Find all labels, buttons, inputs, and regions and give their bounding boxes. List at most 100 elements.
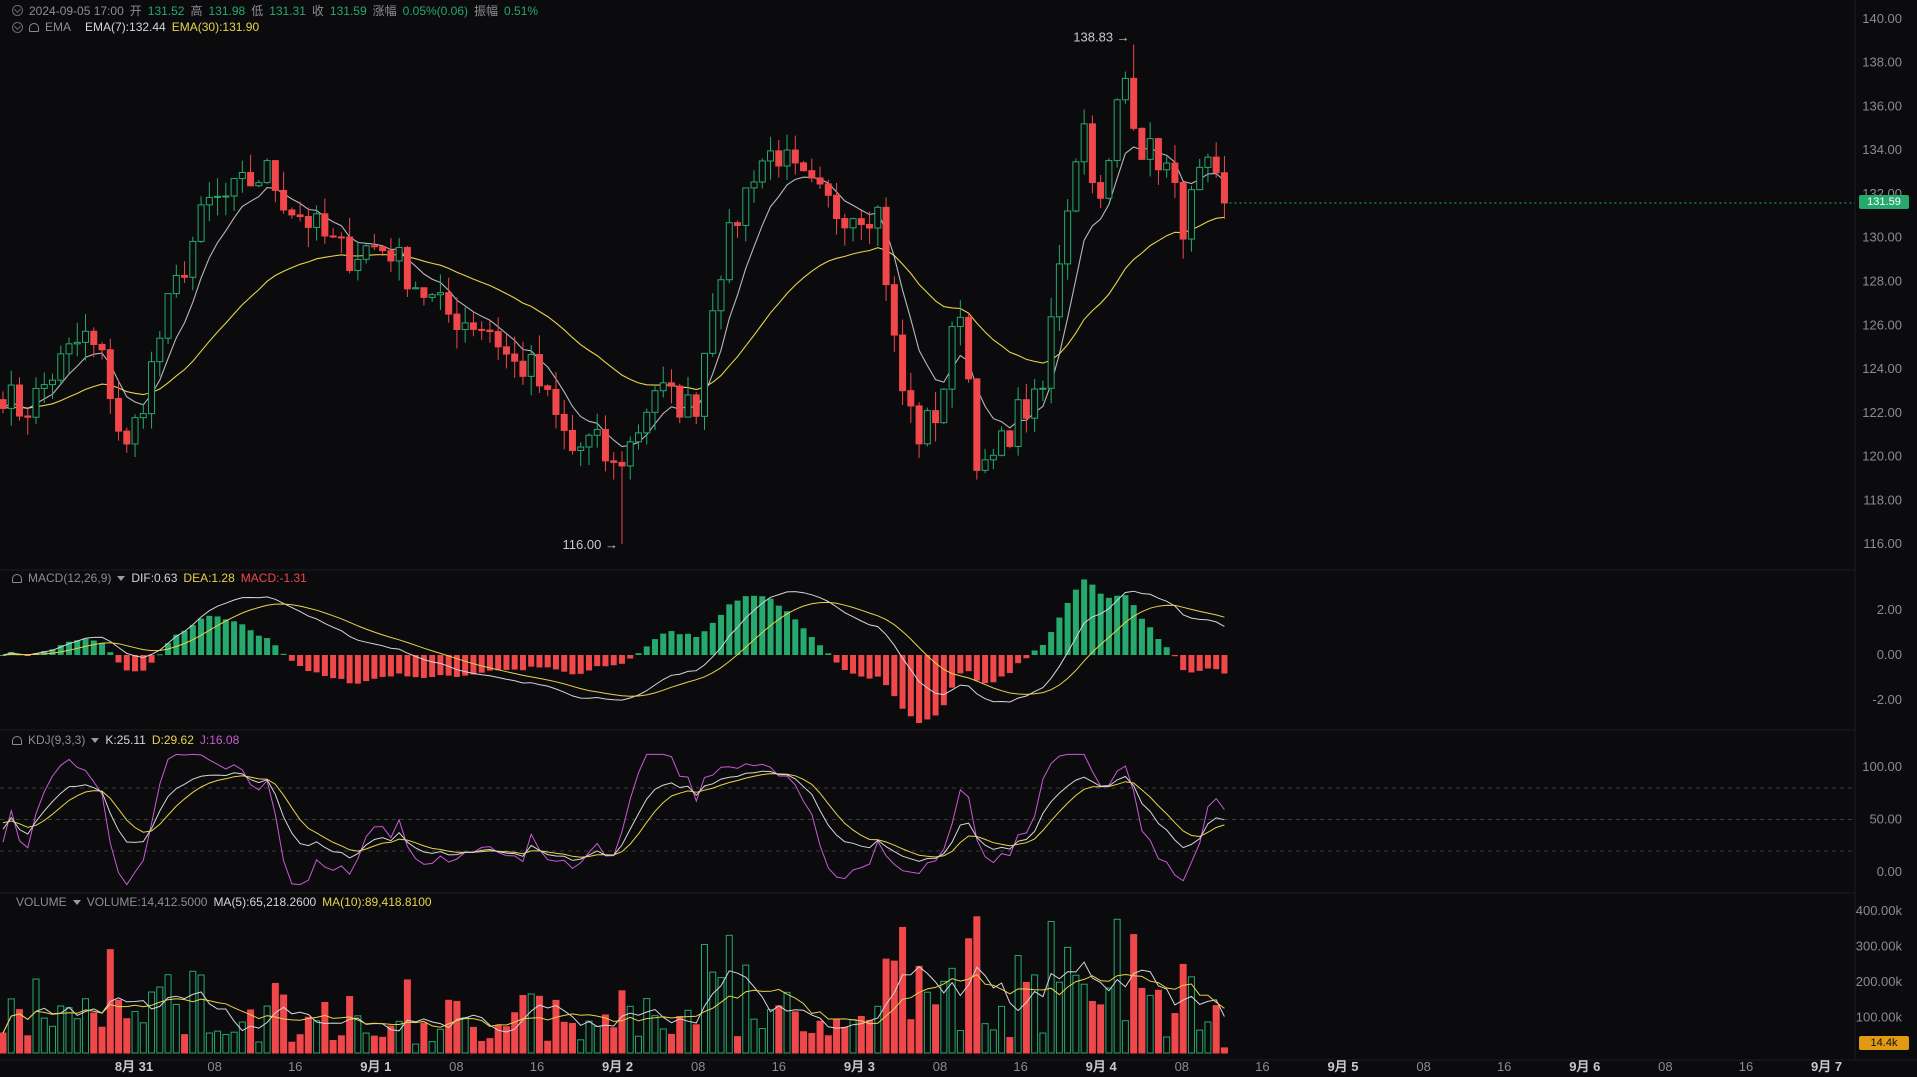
candle-body	[173, 275, 179, 293]
volume-bar	[908, 1020, 914, 1053]
volume-bar	[1205, 1022, 1211, 1053]
volume-bar	[578, 1040, 584, 1053]
volume-bar	[817, 1021, 823, 1053]
candle-body	[512, 354, 518, 361]
candle-body	[1089, 124, 1095, 183]
volume-value: VOLUME:14,412.5000	[87, 895, 208, 909]
volume-bar	[875, 1006, 881, 1053]
macd-histogram-bar	[982, 655, 988, 683]
candle-body	[33, 388, 39, 417]
macd-histogram-bar	[1032, 650, 1038, 655]
candle-body	[157, 338, 163, 361]
candle-body	[1106, 161, 1112, 199]
macd-histogram-bar	[116, 655, 122, 663]
volume-bar	[751, 1019, 757, 1053]
candle-body	[446, 293, 452, 314]
dropdown-caret-icon[interactable]	[117, 576, 125, 581]
volume-bar	[801, 1032, 807, 1053]
candle-body	[1139, 128, 1145, 159]
collapse-chevron-icon[interactable]	[12, 22, 23, 33]
candle-body	[1197, 167, 1203, 189]
alert-bell-icon[interactable]	[12, 736, 22, 745]
ema7-value: EMA(7):132.44	[85, 20, 166, 34]
macd-indicator-name[interactable]: MACD(12,26,9)	[28, 571, 111, 585]
candle-body	[891, 285, 897, 335]
macd-histogram-bar	[900, 655, 906, 709]
candle-body	[239, 172, 245, 178]
time-axis-label: 9月 5	[1327, 1059, 1358, 1074]
time-axis-label: 16	[1013, 1059, 1027, 1074]
macd-histogram-bar	[1197, 655, 1203, 671]
candle-body	[990, 455, 996, 460]
macd-histogram-bar	[578, 655, 584, 674]
candle-body	[404, 247, 410, 288]
macd-histogram-bar	[322, 655, 328, 676]
candlestick-chart[interactable]: 140.00138.00136.00134.00132.00130.00128.…	[0, 0, 1917, 1077]
volume-bar	[66, 1008, 72, 1053]
volume-bar	[561, 1022, 567, 1053]
macd-legend: MACD(12,26,9) DIF:0.63 DEA:1.28 MACD:-1.…	[12, 571, 313, 585]
kdj-axis-label: 50.00	[1869, 812, 1902, 827]
volume-bar	[198, 975, 204, 1053]
close-label: 收	[312, 2, 324, 19]
macd-histogram-bar	[404, 655, 410, 676]
change-label: 涨幅	[373, 2, 397, 19]
price-axis-label: 120.00	[1862, 449, 1902, 464]
collapse-chevron-icon[interactable]	[12, 5, 23, 16]
volume-bar	[347, 997, 353, 1053]
volume-bar	[0, 1033, 6, 1053]
ema-indicator-name[interactable]: EMA	[45, 20, 71, 34]
kdj-d-value: D:29.62	[152, 733, 194, 747]
candle-body	[1048, 317, 1054, 388]
volume-bar	[900, 927, 906, 1053]
macd-histogram-bar	[330, 655, 336, 678]
candle-body	[999, 431, 1005, 455]
amplitude-value: 0.51%	[504, 4, 538, 18]
volume-bar	[668, 1034, 674, 1053]
candle-body	[182, 275, 188, 277]
volume-bar	[611, 1028, 617, 1053]
candle-body	[314, 214, 320, 228]
macd-histogram-bar	[289, 655, 295, 661]
volume-bar	[248, 1010, 254, 1053]
candle-body	[264, 161, 270, 183]
volume-bar	[330, 1041, 336, 1053]
macd-histogram-bar	[635, 653, 641, 655]
macd-histogram-bar	[1122, 595, 1128, 655]
candle-body	[1007, 431, 1013, 447]
time-axis-label: 16	[1497, 1059, 1511, 1074]
macd-histogram-bar	[677, 634, 683, 655]
macd-histogram-bar	[1081, 579, 1087, 655]
volume-axis-label: 300.00k	[1856, 939, 1903, 954]
volume-bar	[182, 1035, 188, 1053]
kdj-indicator-name[interactable]: KDJ(9,3,3)	[28, 733, 85, 747]
candle-body	[768, 151, 774, 161]
candle-body	[338, 237, 344, 238]
volume-bar	[429, 1042, 435, 1053]
candle-body	[602, 429, 608, 460]
volume-bar	[974, 917, 980, 1053]
macd-histogram-bar	[99, 643, 105, 655]
dropdown-caret-icon[interactable]	[91, 738, 99, 743]
volume-bar	[1089, 1001, 1095, 1053]
macd-histogram-bar	[561, 655, 567, 672]
macd-histogram-bar	[388, 655, 394, 676]
volume-bar	[1180, 964, 1186, 1053]
macd-histogram-bar	[974, 655, 980, 681]
volume-bar	[569, 1023, 575, 1053]
volume-bar	[949, 968, 955, 1053]
volume-bar	[1139, 988, 1145, 1053]
alert-bell-icon[interactable]	[12, 574, 22, 583]
macd-histogram-bar	[825, 653, 831, 655]
macd-histogram-bar	[281, 654, 287, 655]
volume-bar	[396, 1021, 402, 1053]
alert-bell-icon[interactable]	[29, 23, 39, 32]
candle-body	[388, 251, 394, 261]
price-axis-label: 118.00	[1863, 492, 1902, 507]
volume-bar	[792, 1012, 798, 1053]
volume-bar	[710, 972, 716, 1053]
macd-histogram-bar	[784, 611, 790, 655]
volume-bar	[470, 1027, 476, 1053]
dropdown-caret-icon[interactable]	[73, 900, 81, 905]
volume-indicator-name[interactable]: VOLUME	[16, 895, 67, 909]
